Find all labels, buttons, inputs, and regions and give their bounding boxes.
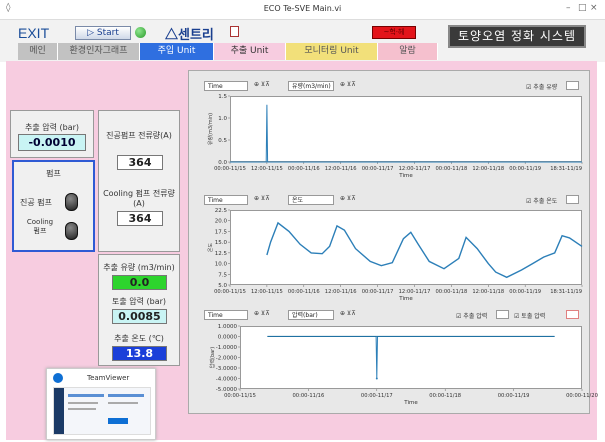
- chart3-ytick-label: 1.0000: [218, 324, 238, 330]
- chart2-xtick-label: 00:00-11/18: [435, 289, 467, 295]
- chart2-xtick-label: 12:00-11/15: [251, 289, 283, 295]
- chart2-ytick-label: 20.0: [215, 219, 228, 225]
- chart2-ytick-label: 17.5: [215, 229, 228, 235]
- chart3-xtick-label: 00:00-11/17: [361, 393, 393, 399]
- teamviewer-window-preview: [53, 387, 151, 435]
- chart2-xtick-label: 12:00-11/18: [472, 289, 504, 295]
- chart2-xtick-label: 12:00-11/17: [399, 289, 431, 295]
- chart1-xtick-label: 00:00-11/17: [362, 166, 394, 172]
- teamviewer-connect-button: [108, 418, 128, 424]
- chart1-ytick-label: 0.5: [218, 138, 227, 144]
- chart3-ytick-label: -3.0000: [216, 366, 238, 372]
- chart3-xtick-label: 00:00-11/20: [566, 393, 598, 399]
- chart1-xtick-label: 12:00-11/17: [399, 166, 431, 172]
- teamviewer-title: TeamViewer: [87, 374, 130, 382]
- chart1-xtick-label: 12:00-11/15: [251, 166, 283, 172]
- chart2-xlabel: Time: [398, 296, 413, 302]
- chart2-xtick-label: 00:00-11/17: [362, 289, 394, 295]
- teamviewer-line-1: [68, 394, 104, 397]
- teamviewer-line-3: [68, 408, 96, 410]
- chart2-ytick-label: 10.0: [215, 262, 228, 268]
- chart1-xtick-label: 12:00-11/16: [325, 166, 357, 172]
- chart3-ytick-label: 0.0000: [218, 335, 238, 341]
- chart2-xtick-label: 00:00-11/15: [214, 289, 246, 295]
- chart1-series-1: [230, 104, 582, 163]
- chart3-spike-marker: [375, 377, 378, 380]
- teamviewer-icon: [53, 373, 63, 383]
- chart3-xtick-label: 00:00-11/18: [429, 393, 461, 399]
- chart2-ytick-label: 7.5: [218, 272, 227, 278]
- chart1-xtick-label: 00:00-11/15: [214, 166, 246, 172]
- teamviewer-line-2: [68, 402, 98, 404]
- teamviewer-thumbnail[interactable]: TeamViewer: [46, 368, 156, 440]
- chart1-xtick-label: 00:00-11/18: [435, 166, 467, 172]
- chart3-series-1: [267, 336, 555, 379]
- chart1-ytick-label: 1.0: [218, 116, 227, 122]
- chart2-ytick-label: 12.5: [215, 251, 228, 257]
- chart3-ytick-label: -2.0000: [216, 356, 238, 362]
- teamviewer-sidebar: [54, 388, 64, 434]
- chart3-ytick-label: -1.0000: [216, 345, 238, 351]
- chart1-ytick-label: 1.5: [218, 94, 227, 100]
- chart2-ytick-label: 22.5: [215, 208, 228, 214]
- chart1-ylabel: 유량(m3/min): [207, 113, 214, 145]
- chart2-ylabel: 온도: [208, 243, 214, 253]
- chart2-series-1: [266, 221, 583, 279]
- chart1-xtick-label: 00:00-11/19: [509, 166, 541, 172]
- chart2-xtick-label: 18:31-11/19: [550, 289, 582, 295]
- chart3-xlabel: Time: [403, 400, 418, 406]
- chart2-xtick-label: 12:00-11/16: [325, 289, 357, 295]
- chart1-xtick-label: 12:00-11/18: [472, 166, 504, 172]
- chart2-xtick-label: 00:00-11/19: [509, 289, 541, 295]
- chart2-ytick-label: 15.0: [215, 240, 228, 246]
- chart1-xlabel: Time: [398, 173, 413, 179]
- chart3-xtick-label: 00:00-11/15: [224, 393, 256, 399]
- teamviewer-line-4: [108, 394, 144, 397]
- chart1-xtick-label: 00:00-11/16: [288, 166, 320, 172]
- chart3-xtick-label: 00:00-11/16: [293, 393, 325, 399]
- chart2-xtick-label: 00:00-11/16: [288, 289, 320, 295]
- teamviewer-line-5: [108, 402, 138, 404]
- chart3-ylabel: 압력(bar): [209, 347, 216, 368]
- chart3-xtick-label: 00:00-11/19: [498, 393, 530, 399]
- chart1-xtick-label: 18:31-11/19: [550, 166, 582, 172]
- chart3-ytick-label: -4.0000: [216, 377, 238, 383]
